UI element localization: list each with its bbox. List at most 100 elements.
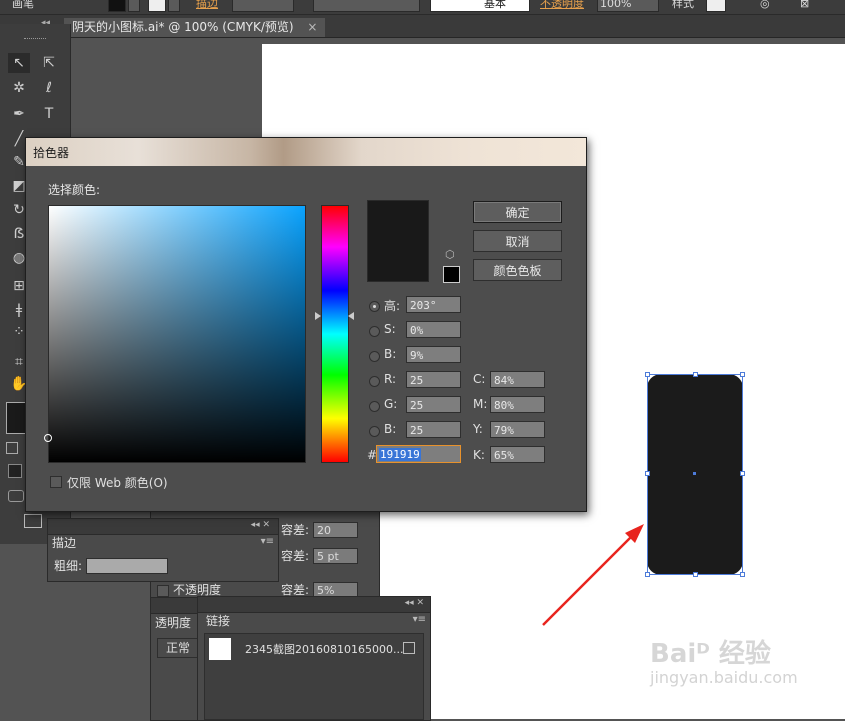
panel-collapse-icon[interactable]: ◂◂ ✕ — [251, 520, 270, 530]
saturation-brightness-field[interactable] — [48, 205, 306, 463]
selection-handle[interactable] — [740, 372, 745, 377]
hue-slider-left-arrow[interactable] — [315, 312, 321, 320]
transparency-title[interactable]: 透明度 — [155, 614, 191, 632]
color-mode-icon[interactable] — [8, 464, 22, 478]
green-label: G: — [384, 397, 398, 411]
red-field[interactable]: 25 — [406, 371, 461, 388]
control-bar: 画笔 描边 基本 不透明度 100% 样式 ◎ ⊠ — [0, 0, 845, 15]
center-point — [693, 472, 696, 475]
blend-mode-select[interactable]: 正常 — [157, 638, 199, 658]
dialog-title: 拾色器 — [33, 146, 70, 160]
fill-swatch[interactable] — [108, 0, 126, 12]
hue-slider-right-arrow[interactable] — [348, 312, 354, 320]
selection-handle[interactable] — [693, 372, 698, 377]
selection-tool-icon[interactable]: ↖ — [8, 53, 30, 73]
brush-label: 画笔 — [12, 0, 34, 10]
tolerance-field-1[interactable]: 20 — [313, 522, 358, 538]
close-icon[interactable]: × — [307, 20, 317, 34]
document-tab-title: 阴天的小图标.ai* @ 100% (CMYK/预览) — [72, 20, 294, 34]
brush-basic-label: 基本 — [484, 0, 506, 10]
links-menu-icon[interactable]: ▾≡ — [413, 614, 426, 625]
drawing-mode-icon[interactable] — [8, 490, 24, 502]
annotation-arrow-icon — [542, 524, 644, 626]
pen-tool-icon[interactable]: ✒ — [8, 104, 30, 124]
opacity-checkbox[interactable] — [157, 585, 169, 597]
magic-wand-tool-icon[interactable]: ✲ — [8, 78, 30, 98]
hex-field[interactable]: 191919 — [376, 445, 461, 463]
brightness-label: B: — [384, 347, 397, 361]
stroke-panel: ◂◂ ✕ 描边 ▾≡ 粗细: — [47, 518, 279, 582]
style-swatch[interactable] — [706, 0, 726, 12]
black-label: K: — [473, 448, 485, 462]
links-panel-titlebar[interactable]: ◂◂ ✕ — [198, 597, 430, 613]
yellow-field[interactable]: 79% — [490, 421, 545, 438]
hue-field[interactable]: 203° — [406, 296, 461, 313]
type-tool-icon[interactable]: T — [38, 104, 60, 124]
cancel-button[interactable]: 取消 — [473, 230, 562, 252]
link-file-name[interactable]: 2345截图20160810165000... — [245, 641, 403, 657]
websafe-color-swatch[interactable] — [443, 266, 460, 283]
brightness-field[interactable]: 9% — [406, 346, 461, 363]
stroke-swatch[interactable] — [148, 0, 166, 12]
panel-grip[interactable] — [24, 38, 46, 42]
selection-handle[interactable] — [645, 372, 650, 377]
black-field[interactable]: 65% — [490, 446, 545, 463]
magenta-label: M: — [473, 397, 488, 411]
variable-width-field[interactable] — [313, 0, 420, 12]
stroke-panel-titlebar[interactable]: ◂◂ ✕ — [48, 519, 278, 535]
ok-button[interactable]: 确定 — [473, 201, 562, 223]
weight-label: 粗细: — [54, 559, 83, 573]
blue-radio[interactable] — [369, 426, 380, 437]
brush-definition[interactable] — [430, 0, 530, 12]
links-close-icon[interactable]: ◂◂ ✕ — [405, 598, 424, 608]
hue-radio[interactable] — [369, 301, 380, 312]
hex-value: 191919 — [379, 448, 421, 461]
selection-handle[interactable] — [693, 572, 698, 577]
color-swatches-button[interactable]: 颜色色板 — [473, 259, 562, 281]
selection-handle[interactable] — [645, 471, 650, 476]
default-colors-icon[interactable] — [6, 442, 18, 454]
blue-label: B: — [384, 422, 397, 436]
links-title[interactable]: 链接 — [206, 612, 230, 630]
direct-selection-tool-icon[interactable]: ⇱ — [38, 53, 60, 73]
weight-field[interactable] — [86, 558, 168, 574]
tolerance-field-2[interactable]: 5 pt — [313, 548, 358, 564]
tolerance-label-1: 容差: — [281, 523, 310, 537]
selection-handle[interactable] — [740, 471, 745, 476]
yellow-label: Y: — [473, 422, 483, 436]
saturation-field[interactable]: 0% — [406, 321, 461, 338]
green-radio[interactable] — [369, 401, 380, 412]
link-thumbnail — [209, 638, 231, 660]
selection-handle[interactable] — [740, 572, 745, 577]
magenta-field[interactable]: 80% — [490, 396, 545, 413]
recolor-icon[interactable]: ◎ — [760, 0, 770, 12]
watermark-brand: Baiᴰ 经验 — [650, 639, 771, 669]
cube-icon[interactable]: ⬡ — [445, 248, 455, 261]
brightness-radio[interactable] — [369, 351, 380, 362]
select-color-label: 选择颜色: — [48, 183, 101, 197]
dialog-titlebar[interactable]: 拾色器 — [26, 138, 586, 166]
document-tab[interactable]: 阴天的小图标.ai* @ 100% (CMYK/预览) × — [64, 18, 326, 37]
blue-field[interactable]: 25 — [406, 421, 461, 438]
fill-dropdown[interactable] — [128, 0, 140, 12]
web-colors-only-label[interactable]: 仅限 Web 颜色(O) — [67, 474, 168, 491]
screen-mode-icon[interactable] — [24, 514, 42, 528]
color-field-marker[interactable] — [44, 434, 52, 442]
stroke-panel-title[interactable]: 描边 — [52, 534, 76, 552]
saturation-radio[interactable] — [369, 326, 380, 337]
stroke-dropdown[interactable] — [168, 0, 180, 12]
cyan-field[interactable]: 84% — [490, 371, 545, 388]
lasso-tool-icon[interactable]: ℓ — [38, 78, 60, 98]
green-field[interactable]: 25 — [406, 396, 461, 413]
new-color-swatch — [367, 200, 429, 282]
panel-menu-icon[interactable]: ▾≡ — [261, 536, 274, 547]
stroke-weight-field[interactable] — [232, 0, 294, 12]
align-icon[interactable]: ⊠ — [800, 0, 809, 12]
stroke-link[interactable]: 描边 — [196, 0, 218, 12]
link-status-icon — [403, 642, 415, 654]
red-radio[interactable] — [369, 376, 380, 387]
opacity-link[interactable]: 不透明度 — [540, 0, 584, 12]
web-colors-only-checkbox[interactable] — [50, 476, 62, 488]
links-list: 2345截图20160810165000... — [204, 633, 424, 720]
hue-slider[interactable] — [321, 205, 349, 463]
